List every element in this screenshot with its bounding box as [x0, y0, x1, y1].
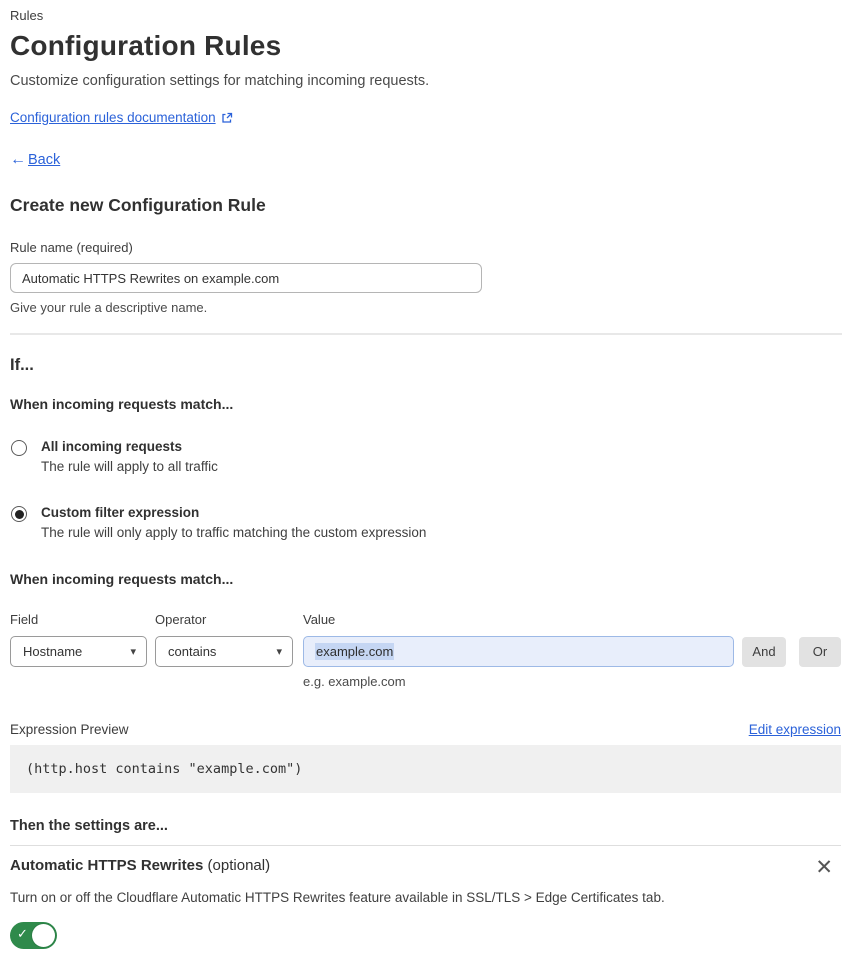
field-select[interactable]: Hostname ▾ — [10, 636, 147, 667]
section-divider — [10, 333, 842, 335]
automatic-https-rewrites-toggle[interactable]: ✓ — [10, 922, 57, 949]
create-rule-heading: Create new Configuration Rule — [10, 195, 266, 215]
breadcrumb: Rules — [10, 8, 44, 23]
setting-name: Automatic HTTPS Rewrites — [10, 857, 204, 874]
match-heading-1: When incoming requests match... — [10, 396, 234, 412]
external-link-icon — [221, 112, 233, 124]
page-title: Configuration Rules — [10, 30, 282, 61]
and-button[interactable]: And — [742, 636, 786, 667]
expression-preview-label: Expression Preview — [10, 722, 129, 737]
radio-option-description: The rule will only apply to traffic matc… — [41, 525, 427, 540]
radio-button-icon[interactable] — [11, 506, 27, 522]
rule-name-help: Give your rule a descriptive name. — [10, 300, 208, 315]
value-label: Value — [303, 612, 336, 627]
back-link[interactable]: Back — [28, 152, 60, 168]
chevron-down-icon: ▾ — [276, 646, 282, 658]
rule-name-label: Rule name (required) — [10, 240, 133, 255]
operator-select[interactable]: contains ▾ — [155, 636, 293, 667]
chevron-down-icon: ▾ — [130, 646, 136, 658]
field-label: Field — [10, 612, 39, 627]
operator-label: Operator — [155, 612, 207, 627]
value-input[interactable]: example.com — [303, 636, 734, 667]
edit-expression-link[interactable]: Edit expression — [749, 722, 841, 737]
value-input-text: example.com — [315, 643, 395, 660]
field-select-value: Hostname — [23, 644, 83, 659]
if-heading: If... — [10, 356, 34, 374]
radio-option-custom-filter[interactable]: Custom filter expression The rule will o… — [10, 505, 841, 540]
back-arrow-icon: ← — [10, 151, 26, 168]
or-button[interactable]: Or — [799, 636, 841, 667]
expression-code-block: (http.host contains "example.com") — [10, 745, 841, 793]
expression-code: (http.host contains "example.com") — [26, 761, 303, 777]
match-heading-2: When incoming requests match... — [10, 571, 234, 587]
setting-description: Turn on or off the Cloudflare Automatic … — [10, 890, 665, 905]
close-icon[interactable]: ✕ — [815, 857, 833, 878]
value-hint: e.g. example.com — [303, 674, 406, 689]
setting-optional-tag: (optional) — [203, 857, 271, 874]
then-settings-heading: Then the settings are... — [10, 818, 168, 834]
page-subtitle: Customize configuration settings for mat… — [10, 73, 430, 89]
check-icon: ✓ — [17, 926, 28, 941]
radio-option-all-requests[interactable]: All incoming requests The rule will appl… — [10, 439, 841, 474]
radio-option-label: All incoming requests — [41, 439, 183, 454]
documentation-link[interactable]: Configuration rules documentation — [10, 110, 216, 125]
setting-card-automatic-https-rewrites: Automatic HTTPS Rewrites (optional) ✕ Tu… — [10, 845, 841, 954]
request-match-radio-group: All incoming requests The rule will appl… — [10, 439, 841, 540]
radio-option-description: The rule will apply to all traffic — [41, 459, 218, 474]
radio-option-label: Custom filter expression — [41, 505, 200, 520]
toggle-knob — [32, 924, 55, 947]
rule-name-input[interactable] — [10, 263, 482, 293]
configuration-rules-page: Rules Configuration Rules Customize conf… — [0, 0, 852, 954]
radio-button-icon[interactable] — [11, 440, 27, 456]
operator-select-value: contains — [168, 644, 217, 659]
